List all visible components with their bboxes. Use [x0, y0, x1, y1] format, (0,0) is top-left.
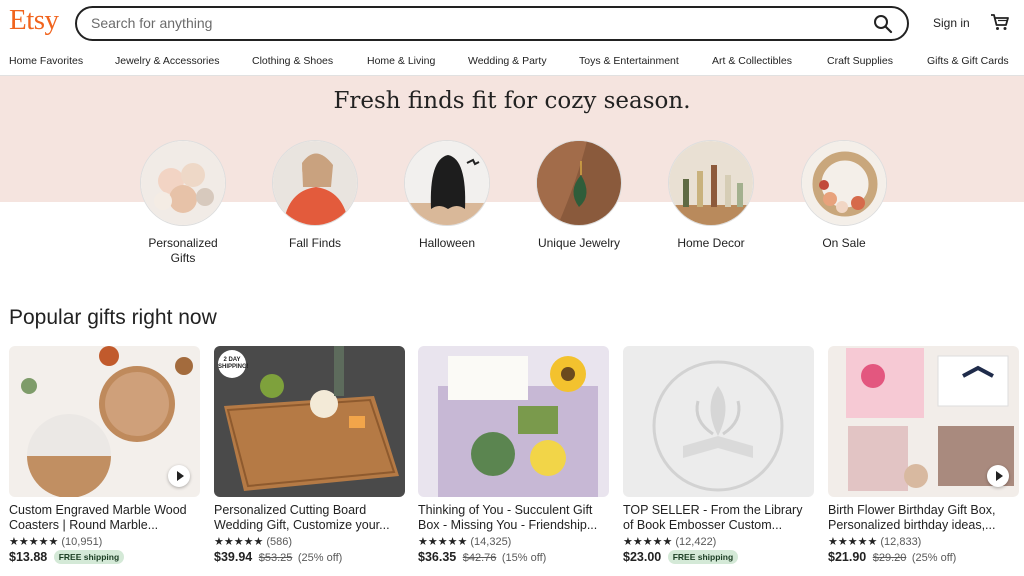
product-image[interactable] [828, 346, 1019, 497]
nav-clothing-shoes[interactable]: Clothing & Shoes [252, 55, 333, 67]
product-rating: ★★★★★ (586) [214, 535, 405, 548]
product-price: $21.90 [828, 550, 867, 564]
price-row: $36.35 $42.76 (15% off) [418, 550, 609, 564]
star-rating-icon: ★★★★★ [9, 536, 59, 548]
category-home-decor[interactable]: Home Decor [666, 140, 756, 251]
section-title: Popular gifts right now [9, 306, 217, 329]
price-row: $39.94 $53.25 (25% off) [214, 550, 405, 564]
star-rating-icon: ★★★★★ [214, 536, 264, 548]
category-unique-jewelry[interactable]: Unique Jewelry [534, 140, 624, 251]
product-card[interactable]: TOP SELLER - From the Library of Book Em… [623, 346, 814, 564]
category-image [272, 140, 358, 226]
category-label: Home Decor [677, 236, 745, 250]
price-row: $13.88 FREE shipping [9, 550, 200, 564]
category-label: Fall Finds [288, 236, 341, 250]
product-title[interactable]: Custom Engraved Marble Wood Coasters | R… [9, 503, 200, 533]
play-video-button[interactable] [987, 465, 1009, 487]
product-image[interactable] [418, 346, 609, 497]
product-title[interactable]: TOP SELLER - From the Library of Book Em… [623, 503, 814, 533]
header: Etsy Sign in [0, 0, 1024, 46]
category-personalized-gifts[interactable]: Personalized Gifts [138, 140, 228, 266]
search-bar[interactable] [75, 6, 909, 41]
product-rating: ★★★★★ (14,325) [418, 535, 609, 548]
product-image[interactable] [623, 346, 814, 497]
product-image[interactable] [9, 346, 200, 497]
category-image [801, 140, 887, 226]
product-price: $23.00 [623, 550, 662, 564]
category-image [668, 140, 754, 226]
product-price: $36.35 [418, 550, 457, 564]
category-fall-finds[interactable]: Fall Finds [270, 140, 360, 251]
etsy-logo[interactable]: Etsy [9, 4, 59, 37]
product-image[interactable]: 2 DAY SHIPPING! [214, 346, 405, 497]
play-video-button[interactable] [168, 465, 190, 487]
review-count: (14,325) [470, 536, 512, 548]
review-count: (12,422) [675, 536, 717, 548]
nav-home-favorites[interactable]: Home Favorites [9, 55, 83, 67]
price-row: $23.00 FREE shipping [623, 550, 814, 564]
star-rating-icon: ★★★★★ [623, 536, 673, 548]
nav-wedding-party[interactable]: Wedding & Party [468, 55, 547, 67]
product-title[interactable]: Birth Flower Birthday Gift Box, Personal… [828, 503, 1019, 533]
search-icon[interactable] [873, 14, 893, 34]
product-rating: ★★★★★ (12,422) [623, 535, 814, 548]
category-on-sale[interactable]: On Sale [799, 140, 889, 251]
product-card[interactable]: 2 DAY SHIPPING! Personalized Cutting Boa… [214, 346, 405, 564]
category-image [536, 140, 622, 226]
category-image [140, 140, 226, 226]
search-input[interactable] [91, 15, 851, 31]
category-label: On Sale [822, 236, 866, 250]
review-count: (12,833) [880, 536, 922, 548]
category-image [404, 140, 490, 226]
free-shipping-badge: FREE shipping [53, 550, 125, 564]
category-halloween[interactable]: Halloween [402, 140, 492, 251]
hero-title: Fresh finds fit for cozy season. [333, 88, 691, 114]
sign-in-link[interactable]: Sign in [933, 16, 970, 30]
nav-home-living[interactable]: Home & Living [367, 55, 435, 67]
original-price: $42.76 [462, 552, 497, 564]
product-rating: ★★★★★ (10,951) [9, 535, 200, 548]
product-price: $13.88 [9, 550, 48, 564]
product-title[interactable]: Thinking of You - Succulent Gift Box - M… [418, 503, 609, 533]
original-price: $53.25 [258, 552, 293, 564]
category-nav: Home Favorites Jewelry & Accessories Clo… [0, 46, 1024, 76]
review-count: (10,951) [61, 536, 103, 548]
product-price: $39.94 [214, 550, 253, 564]
free-shipping-badge: FREE shipping [667, 550, 739, 564]
star-rating-icon: ★★★★★ [418, 536, 468, 548]
original-price: $29.20 [872, 552, 907, 564]
review-count: (586) [266, 536, 293, 548]
nav-craft-supplies[interactable]: Craft Supplies [827, 55, 893, 67]
product-card[interactable]: Birth Flower Birthday Gift Box, Personal… [828, 346, 1019, 564]
discount-percent: (25% off) [911, 552, 957, 564]
nav-toys-entertainment[interactable]: Toys & Entertainment [579, 55, 679, 67]
category-label: Personalized Gifts [148, 236, 218, 265]
nav-gifts-gift-cards[interactable]: Gifts & Gift Cards [927, 55, 1009, 67]
product-card[interactable]: Thinking of You - Succulent Gift Box - M… [418, 346, 609, 564]
product-card[interactable]: Custom Engraved Marble Wood Coasters | R… [9, 346, 200, 564]
star-rating-icon: ★★★★★ [828, 536, 878, 548]
product-title[interactable]: Personalized Cutting Board Wedding Gift,… [214, 503, 405, 533]
nav-art-collectibles[interactable]: Art & Collectibles [712, 55, 792, 67]
discount-percent: (25% off) [297, 552, 343, 564]
discount-percent: (15% off) [501, 552, 547, 564]
price-row: $21.90 $29.20 (25% off) [828, 550, 1019, 564]
category-label: Halloween [418, 236, 476, 250]
cart-icon[interactable] [990, 13, 1010, 31]
category-label: Unique Jewelry [537, 236, 621, 250]
nav-jewelry-accessories[interactable]: Jewelry & Accessories [115, 55, 219, 67]
product-rating: ★★★★★ (12,833) [828, 535, 1019, 548]
shipping-tag: 2 DAY SHIPPING! [218, 350, 249, 378]
